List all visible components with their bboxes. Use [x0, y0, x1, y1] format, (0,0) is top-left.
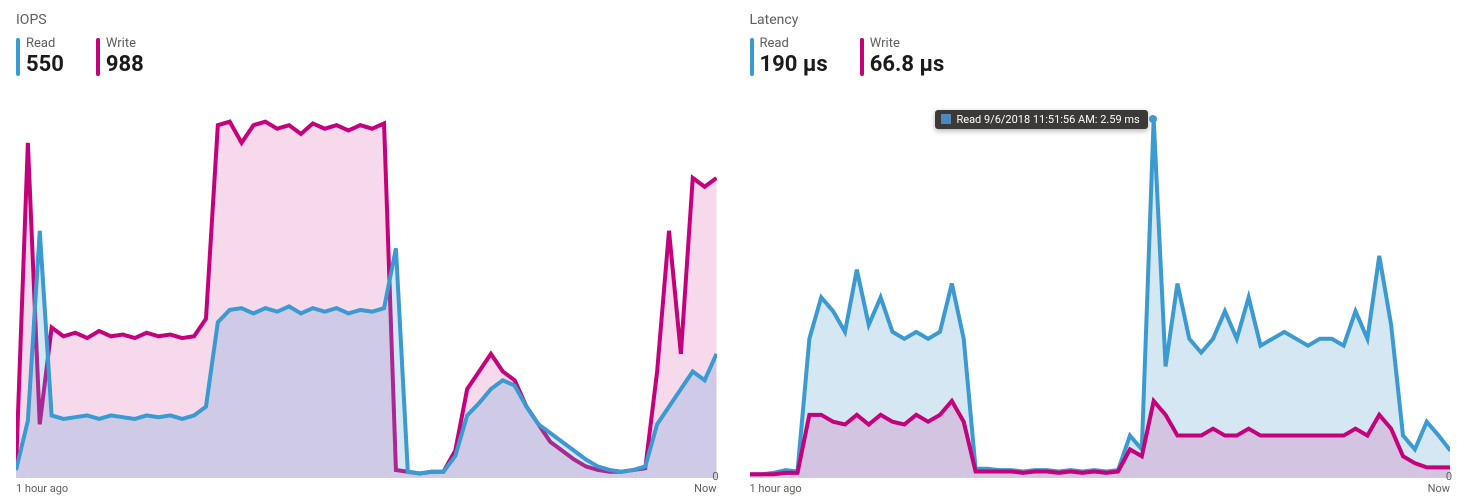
iops-chart[interactable]: 0 — [16, 90, 717, 478]
latency-xaxis-end: Now — [1428, 482, 1450, 495]
latency-title: Latency — [750, 12, 1451, 28]
latency-chart-svg — [750, 90, 1451, 477]
iops-xaxis-start: 1 hour ago — [16, 482, 68, 495]
latency-read-label: Read — [760, 36, 828, 52]
iops-write-stat: Write 988 — [96, 36, 144, 78]
latency-stats: Read 190 µs Write 66.8 µs — [750, 36, 1451, 78]
latency-read-stat: Read 190 µs — [750, 36, 828, 78]
iops-read-value: 550 — [26, 52, 64, 78]
iops-xaxis: 1 hour ago Now — [16, 478, 717, 495]
iops-zero-label: 0 — [712, 470, 718, 483]
latency-write-value: 66.8 µs — [870, 52, 945, 78]
iops-write-label: Write — [106, 36, 144, 52]
latency-xaxis-start: 1 hour ago — [750, 482, 802, 495]
latency-chart[interactable]: 0 Read 9/6/2018 11:51:56 AM: 2.59 ms — [750, 90, 1451, 478]
iops-write-value: 988 — [106, 52, 144, 78]
latency-write-label: Write — [870, 36, 945, 52]
iops-read-stat: Read 550 — [16, 36, 64, 78]
iops-xaxis-end: Now — [694, 482, 716, 495]
iops-title: IOPS — [16, 12, 717, 28]
latency-zero-label: 0 — [1446, 470, 1452, 483]
latency-panel: Latency Read 190 µs Write 66.8 µs 0 Read… — [733, 0, 1466, 503]
latency-read-value: 190 µs — [760, 52, 828, 78]
iops-panel: IOPS Read 550 Write 988 0 1 hour ago Now — [0, 0, 733, 503]
latency-write-stat: Write 66.8 µs — [860, 36, 945, 78]
iops-chart-svg — [16, 90, 717, 477]
dashboard: IOPS Read 550 Write 988 0 1 hour ago Now… — [0, 0, 1466, 503]
iops-read-label: Read — [26, 36, 64, 52]
latency-xaxis: 1 hour ago Now — [750, 478, 1451, 495]
iops-stats: Read 550 Write 988 — [16, 36, 717, 78]
